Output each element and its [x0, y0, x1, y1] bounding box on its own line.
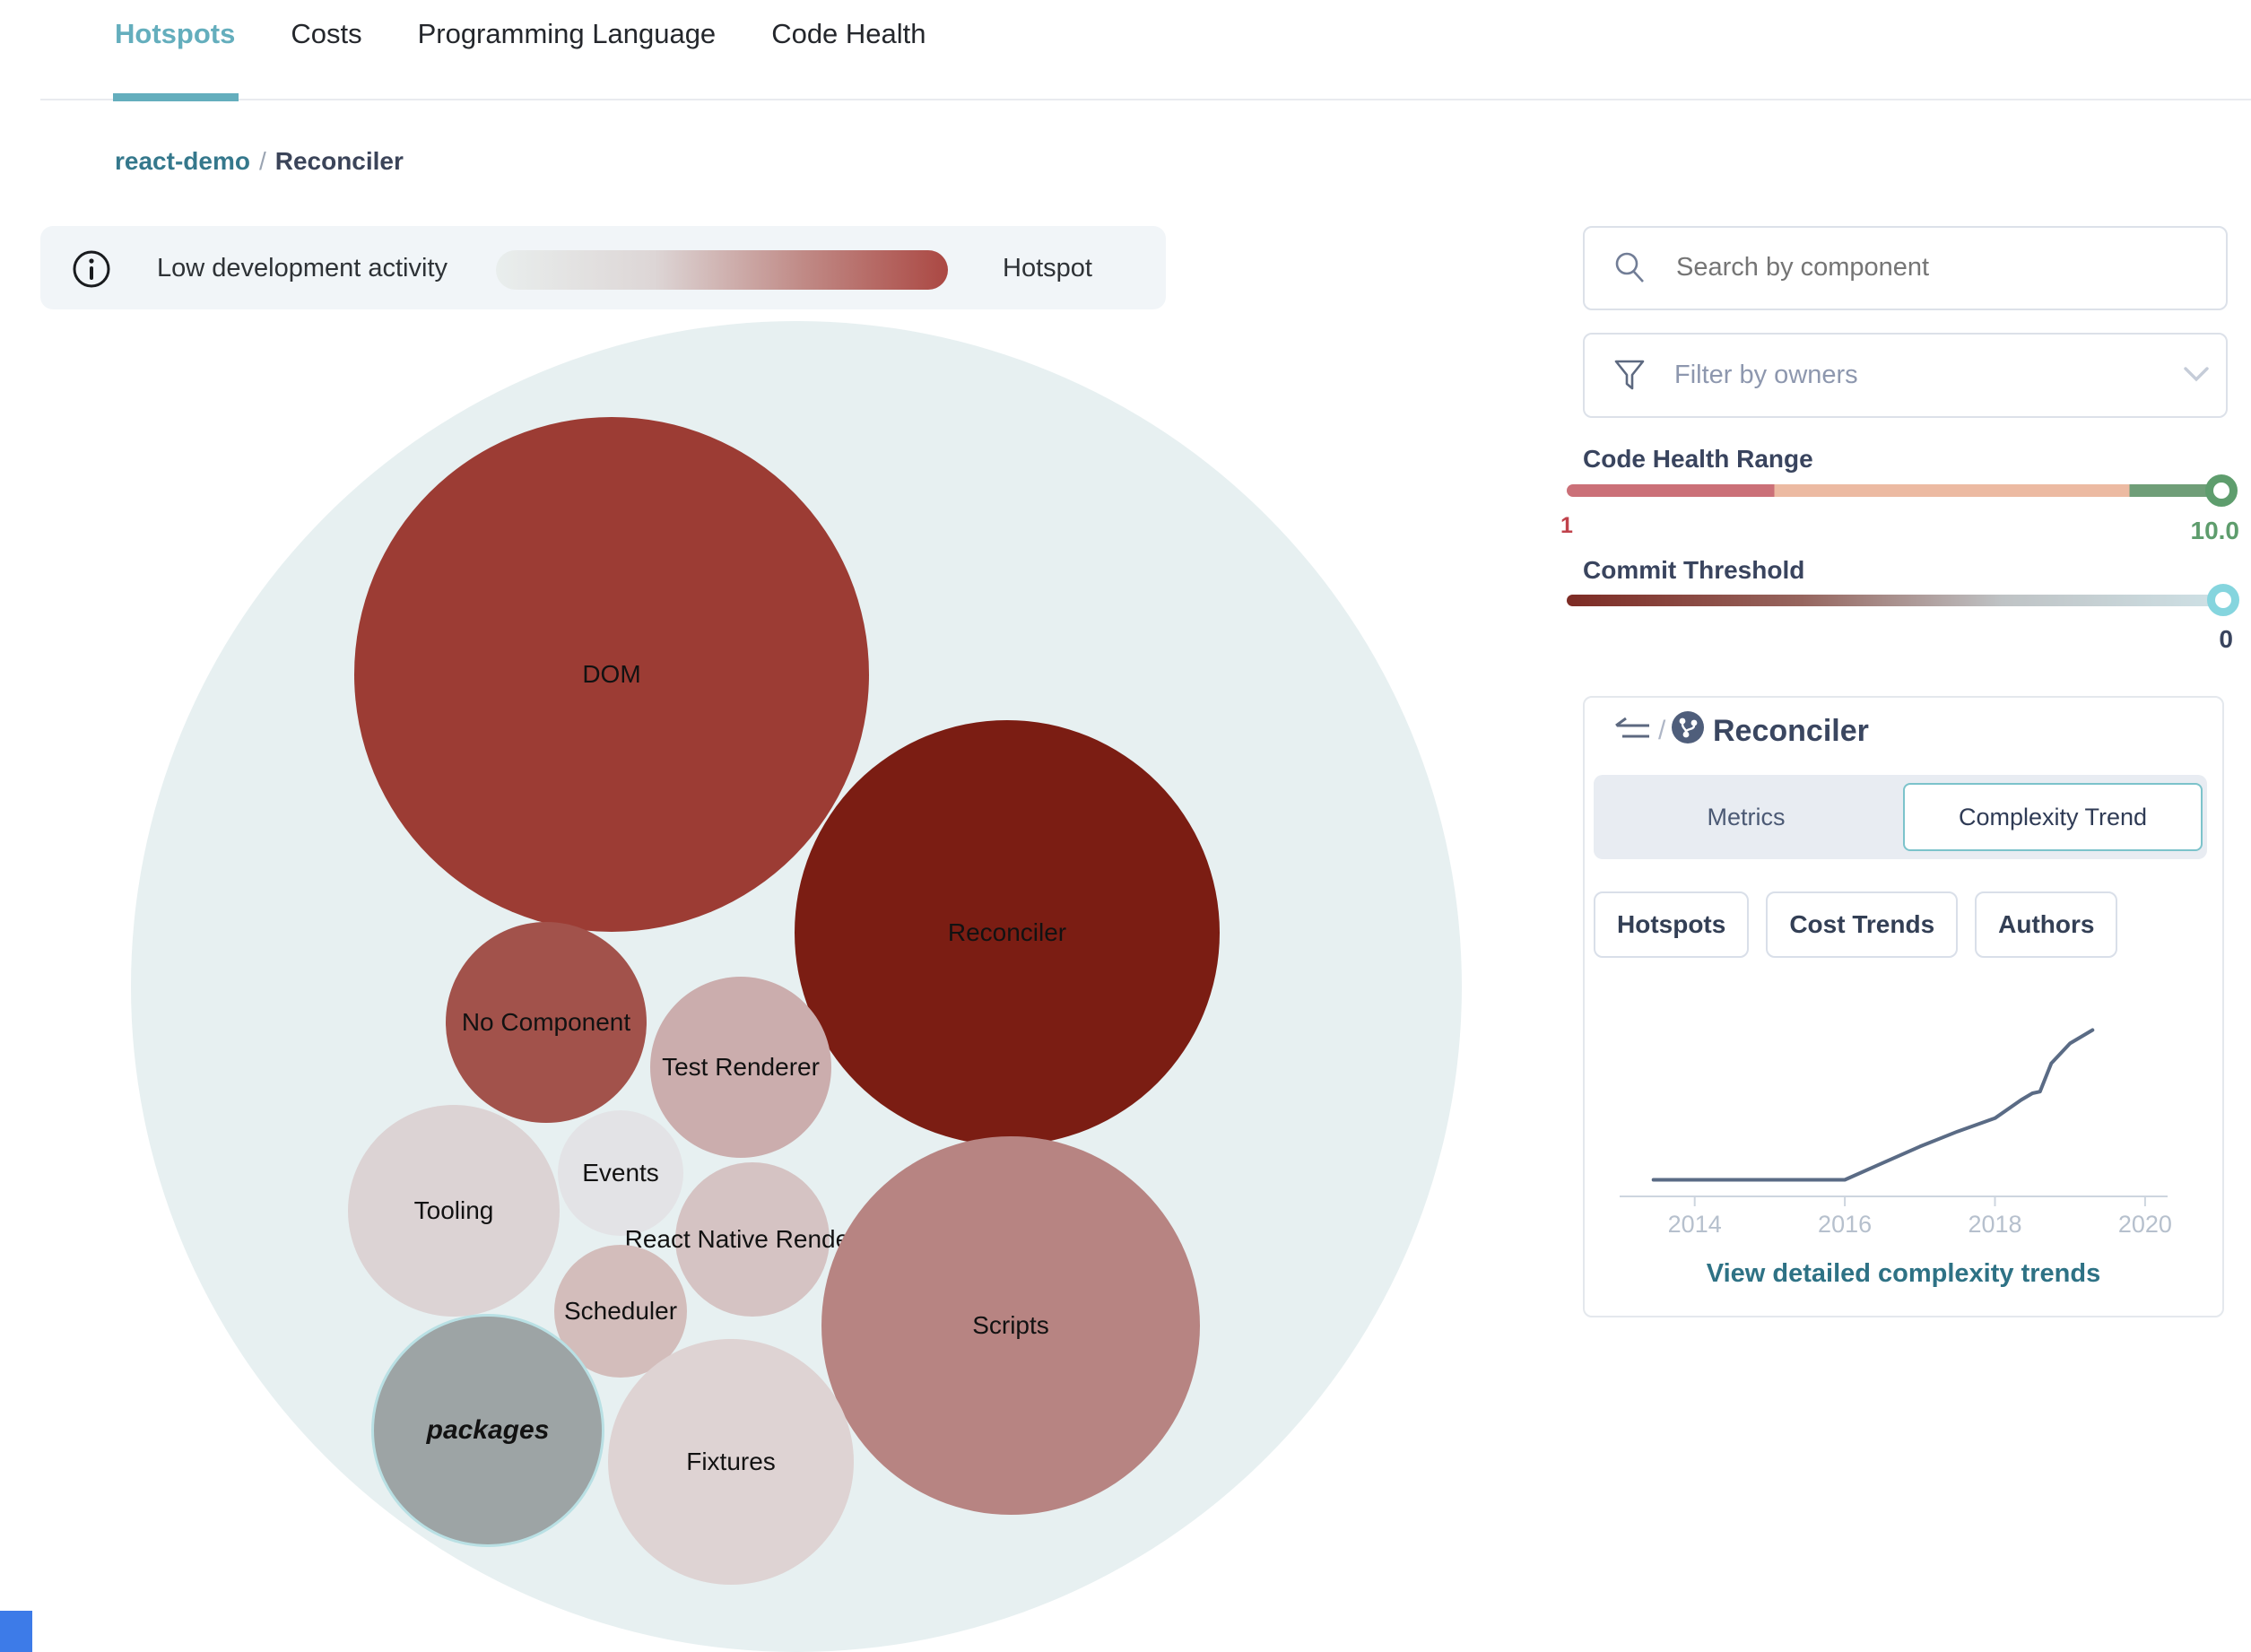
component-git-icon	[1672, 711, 1704, 743]
code-health-min-value: 1	[1560, 513, 1573, 538]
code-health-max-value: 10.0	[2190, 517, 2240, 544]
hotspots-page: Hotspots Costs Programming Language Code He…	[0, 0, 2251, 1652]
bubble-label[interactable]: packages	[427, 1415, 550, 1446]
nav-tab-hotspots[interactable]: Hotspots	[115, 18, 235, 50]
search-icon	[1615, 252, 1644, 283]
card-tab-complexity-trend[interactable]: Complexity Trend	[1903, 783, 2203, 851]
x-axis-tick-label: 2014	[1668, 1211, 1722, 1238]
owners-filter-label: Filter by owners	[1674, 361, 1858, 389]
activity-legend: Low development activity Hotspot	[40, 226, 1166, 309]
commit-threshold-label: Commit Threshold	[1583, 556, 1805, 584]
activity-gradient-bar	[496, 250, 948, 290]
breadcrumb-current: Reconciler	[274, 147, 404, 175]
code-health-slider-handle[interactable]	[2205, 474, 2238, 507]
nav-tab-costs[interactable]: Costs	[291, 18, 361, 50]
bubble-label[interactable]: No Component	[462, 1008, 630, 1037]
cost-trends-button[interactable]: Cost Trends	[1766, 891, 1959, 958]
commit-threshold-slider-handle[interactable]	[2207, 584, 2239, 616]
filter-icon	[1614, 360, 1645, 390]
card-action-buttons: Hotspots Cost Trends Authors	[1594, 891, 2118, 958]
breadcrumb: react-demo / Reconciler	[115, 147, 404, 176]
bubble-label[interactable]: Test Renderer	[662, 1053, 820, 1082]
complexity-trend-chart: 2014 2016 2018 2020	[1620, 1028, 2172, 1238]
bubble-label[interactable]: Reconciler	[948, 918, 1066, 947]
bubble-label[interactable]: Scripts	[972, 1311, 1049, 1340]
component-search[interactable]	[1583, 226, 2228, 310]
hotspots-button[interactable]: Hotspots	[1594, 891, 1750, 958]
corner-artifact	[0, 1611, 32, 1652]
owners-filter-dropdown[interactable]: Filter by owners	[1583, 333, 2228, 418]
breadcrumb-project-link[interactable]: react-demo	[115, 147, 250, 175]
complexity-trend-line	[1651, 1028, 2095, 1182]
top-nav: Hotspots Costs Programming Language Code He…	[115, 18, 926, 50]
bubble-label[interactable]: Fixtures	[686, 1448, 776, 1476]
card-title: Reconciler	[1713, 714, 1869, 748]
view-complexity-trends-link[interactable]: View detailed complexity trends	[1585, 1259, 2222, 1289]
legend-high-label: Hotspot	[1003, 254, 1092, 283]
bubble-label[interactable]: Tooling	[414, 1196, 494, 1225]
commit-threshold-slider-track[interactable]	[1567, 595, 2237, 606]
legend-low-label: Low development activity	[157, 254, 448, 283]
info-icon[interactable]	[72, 249, 111, 289]
bubble-label[interactable]: Scheduler	[564, 1297, 677, 1326]
x-axis-tick-label: 2020	[2118, 1211, 2172, 1238]
active-tab-indicator	[113, 93, 239, 101]
x-axis-tick-label: 2018	[1968, 1211, 2021, 1238]
component-detail-card: / Reconciler Metrics Complexity Trend Hot…	[1583, 696, 2224, 1317]
chevron-down-icon	[2184, 367, 2209, 382]
nav-tab-code-health[interactable]: Code Health	[771, 18, 926, 50]
commit-threshold-value: 0	[2219, 625, 2233, 653]
back-icon[interactable]	[1612, 717, 1651, 744]
nav-tab-programming-language[interactable]: Programming Language	[418, 18, 717, 50]
card-tab-metrics[interactable]: Metrics	[1598, 783, 1894, 851]
nav-divider	[40, 99, 2251, 100]
authors-button[interactable]: Authors	[1975, 891, 2118, 958]
breadcrumb-separator: /	[258, 147, 266, 175]
search-input[interactable]	[1674, 235, 2198, 300]
card-breadcrumb-separator: /	[1658, 716, 1666, 745]
bubble-label[interactable]: Events	[582, 1159, 659, 1187]
code-health-slider-track[interactable]	[1567, 484, 2237, 497]
code-health-range-label: Code Health Range	[1583, 445, 1813, 473]
x-axis-tick-label: 2016	[1818, 1211, 1872, 1238]
bubble-label[interactable]: DOM	[582, 660, 640, 689]
card-tab-switch: Metrics Complexity Trend	[1594, 775, 2207, 859]
